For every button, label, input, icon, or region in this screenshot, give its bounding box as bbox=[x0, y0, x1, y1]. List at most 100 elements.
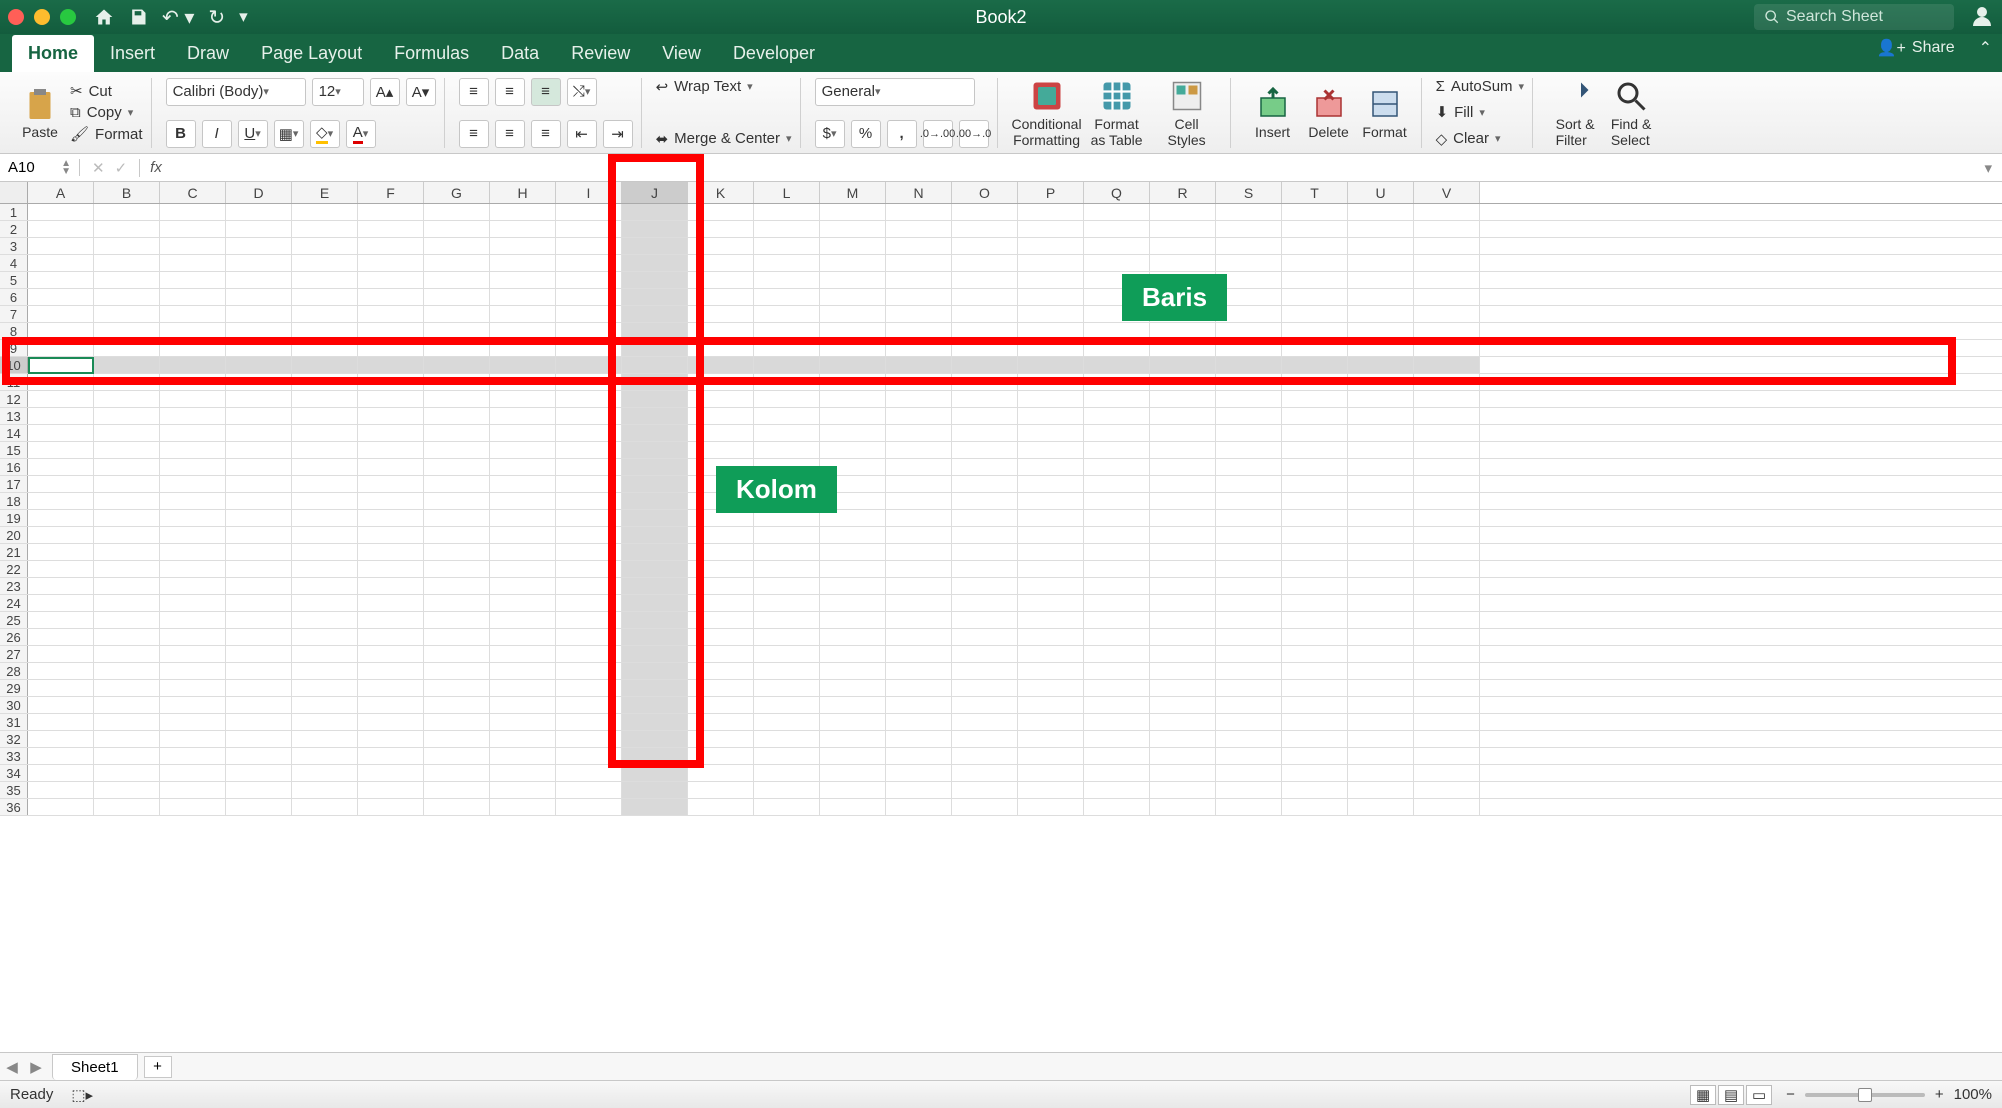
cell[interactable] bbox=[160, 680, 226, 696]
cell[interactable] bbox=[886, 510, 952, 526]
cell[interactable] bbox=[1414, 629, 1480, 645]
cell[interactable] bbox=[94, 595, 160, 611]
cell[interactable] bbox=[952, 612, 1018, 628]
cell[interactable] bbox=[28, 765, 94, 781]
cell[interactable] bbox=[358, 561, 424, 577]
cell[interactable] bbox=[160, 714, 226, 730]
cell[interactable] bbox=[94, 544, 160, 560]
cell[interactable] bbox=[1348, 765, 1414, 781]
cell[interactable] bbox=[226, 714, 292, 730]
cell[interactable] bbox=[160, 476, 226, 492]
cell[interactable] bbox=[1414, 646, 1480, 662]
cell[interactable] bbox=[226, 680, 292, 696]
cell[interactable] bbox=[424, 425, 490, 441]
cell[interactable] bbox=[160, 323, 226, 339]
cell[interactable] bbox=[952, 714, 1018, 730]
cell[interactable] bbox=[226, 357, 292, 373]
cell[interactable] bbox=[1348, 493, 1414, 509]
increase-indent-icon[interactable]: ⇥ bbox=[603, 120, 633, 148]
cell[interactable] bbox=[820, 204, 886, 220]
cell[interactable] bbox=[424, 272, 490, 288]
cell[interactable] bbox=[292, 629, 358, 645]
cell[interactable] bbox=[490, 612, 556, 628]
cell[interactable] bbox=[160, 578, 226, 594]
cell[interactable] bbox=[1414, 221, 1480, 237]
name-box[interactable]: A10 ▲▼ bbox=[0, 159, 80, 176]
cell[interactable] bbox=[490, 799, 556, 815]
cell[interactable] bbox=[94, 714, 160, 730]
cell[interactable] bbox=[94, 799, 160, 815]
cell[interactable] bbox=[1018, 204, 1084, 220]
cell[interactable] bbox=[952, 323, 1018, 339]
cell[interactable] bbox=[886, 646, 952, 662]
cell[interactable] bbox=[622, 680, 688, 696]
cell[interactable] bbox=[952, 731, 1018, 747]
cell[interactable] bbox=[160, 221, 226, 237]
cell[interactable] bbox=[952, 629, 1018, 645]
cell[interactable] bbox=[622, 714, 688, 730]
cell[interactable] bbox=[358, 697, 424, 713]
cell[interactable] bbox=[292, 612, 358, 628]
cell[interactable] bbox=[28, 748, 94, 764]
cell[interactable] bbox=[754, 663, 820, 679]
cell[interactable] bbox=[952, 663, 1018, 679]
cell[interactable] bbox=[160, 238, 226, 254]
cell[interactable] bbox=[1018, 289, 1084, 305]
cell[interactable] bbox=[754, 323, 820, 339]
comma-icon[interactable]: , bbox=[887, 120, 917, 148]
cell[interactable] bbox=[754, 561, 820, 577]
cell[interactable] bbox=[424, 646, 490, 662]
cell[interactable] bbox=[226, 340, 292, 356]
cell[interactable] bbox=[424, 663, 490, 679]
cell[interactable] bbox=[556, 255, 622, 271]
align-middle-icon[interactable]: ≡ bbox=[495, 78, 525, 106]
cell[interactable] bbox=[226, 782, 292, 798]
cell[interactable] bbox=[1348, 748, 1414, 764]
cell[interactable] bbox=[820, 306, 886, 322]
cell[interactable] bbox=[94, 221, 160, 237]
cell[interactable] bbox=[754, 442, 820, 458]
cell[interactable] bbox=[820, 221, 886, 237]
cell[interactable] bbox=[358, 493, 424, 509]
cell[interactable] bbox=[1150, 323, 1216, 339]
cell[interactable] bbox=[754, 255, 820, 271]
cell[interactable] bbox=[1150, 714, 1216, 730]
cell[interactable] bbox=[688, 697, 754, 713]
cell[interactable] bbox=[1216, 561, 1282, 577]
cell[interactable] bbox=[820, 612, 886, 628]
cell[interactable] bbox=[1216, 629, 1282, 645]
row-header[interactable]: 28 bbox=[0, 663, 28, 679]
cell[interactable] bbox=[820, 442, 886, 458]
cell[interactable] bbox=[952, 391, 1018, 407]
cell[interactable] bbox=[556, 408, 622, 424]
cell[interactable] bbox=[94, 782, 160, 798]
cell[interactable] bbox=[424, 680, 490, 696]
cell[interactable] bbox=[952, 799, 1018, 815]
cell[interactable] bbox=[556, 510, 622, 526]
cell[interactable] bbox=[1216, 442, 1282, 458]
cell[interactable] bbox=[1282, 595, 1348, 611]
cell[interactable] bbox=[1282, 323, 1348, 339]
cell[interactable] bbox=[1348, 714, 1414, 730]
cell[interactable] bbox=[688, 374, 754, 390]
cell[interactable] bbox=[1150, 357, 1216, 373]
prev-sheet-icon[interactable]: ◀ bbox=[0, 1058, 24, 1076]
tab-formulas[interactable]: Formulas bbox=[378, 35, 485, 72]
cell[interactable] bbox=[820, 680, 886, 696]
cell[interactable] bbox=[1216, 408, 1282, 424]
cell[interactable] bbox=[1348, 374, 1414, 390]
cell[interactable] bbox=[886, 731, 952, 747]
cell[interactable] bbox=[688, 629, 754, 645]
cell[interactable] bbox=[556, 629, 622, 645]
cell[interactable] bbox=[1414, 765, 1480, 781]
cell[interactable] bbox=[28, 357, 94, 373]
tab-review[interactable]: Review bbox=[555, 35, 646, 72]
cell[interactable] bbox=[1282, 510, 1348, 526]
cell[interactable] bbox=[424, 391, 490, 407]
cell[interactable] bbox=[952, 544, 1018, 560]
cell[interactable] bbox=[94, 680, 160, 696]
cell[interactable] bbox=[1216, 425, 1282, 441]
cut-button[interactable]: ✂ Cut bbox=[70, 82, 143, 100]
cell[interactable] bbox=[688, 748, 754, 764]
cell[interactable] bbox=[226, 646, 292, 662]
